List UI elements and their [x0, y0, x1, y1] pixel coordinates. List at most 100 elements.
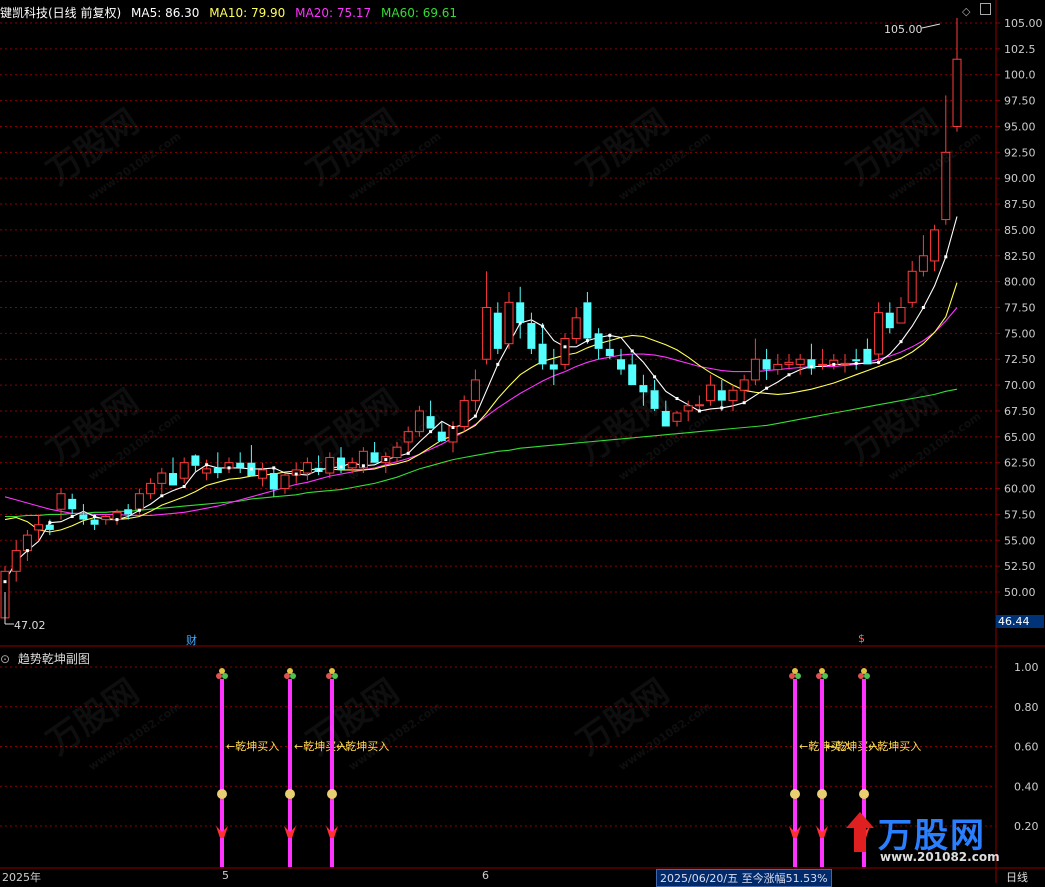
candle: [594, 328, 603, 360]
y-tick-label: 72.50: [1004, 353, 1036, 366]
ma5-dot: [630, 349, 634, 353]
ma5-line: [4, 216, 958, 582]
candle-body: [56, 493, 66, 510]
panel-toggle-icon[interactable]: [980, 3, 991, 15]
signal-ball-icon: [795, 673, 801, 679]
money-bag-icon: [817, 789, 827, 799]
candle-body: [516, 302, 525, 324]
signal-bar: [220, 679, 224, 867]
ma60-line: [5, 388, 958, 518]
candle: [583, 291, 592, 344]
candle: [952, 17, 962, 132]
diamond-icon[interactable]: ◇: [962, 5, 970, 18]
y-tick-label: 55.00: [1004, 534, 1036, 547]
candle: [885, 302, 894, 334]
candle-body: [347, 462, 357, 469]
candle: [403, 426, 413, 453]
ma5-dot: [137, 508, 141, 512]
signal-ball-icon: [326, 673, 332, 679]
subchart-title[interactable]: 趋势乾坤副图: [18, 652, 90, 666]
ma5-dot: [25, 549, 29, 553]
candle-body: [101, 515, 111, 521]
ma5-dot: [361, 464, 365, 468]
candle-body: [437, 431, 446, 441]
candle-body: [750, 358, 760, 381]
candle-body: [213, 467, 222, 474]
candle: [773, 354, 783, 375]
sub-y-tick-label: 0.60: [1014, 741, 1039, 754]
y-tick-label: 92.50: [1004, 146, 1036, 159]
candle: [269, 467, 278, 497]
candle-body: [414, 410, 424, 433]
ma5-label: MA5: 86.30: [131, 6, 200, 20]
y-tick-label: 100.0: [1004, 69, 1036, 82]
candle-body: [818, 363, 828, 366]
candle: [706, 374, 716, 406]
chart-canvas[interactable]: 105.00 102.5 100.0 97.50 95.00 92.50 90.00 87.5…: [0, 0, 1045, 883]
signal-ball-icon: [290, 673, 296, 679]
ma5-dot: [877, 360, 881, 364]
event-marker[interactable]: $: [858, 632, 865, 645]
candle: [68, 493, 77, 515]
signal-ball-icon: [819, 668, 825, 674]
ma5-dot: [921, 306, 925, 309]
candle: [840, 354, 850, 373]
candle: [314, 455, 323, 476]
money-bag-icon: [859, 789, 869, 799]
candle: [639, 374, 648, 406]
candle: [560, 333, 570, 370]
candle-body: [661, 410, 670, 427]
ma5-dot: [160, 494, 164, 498]
candle-body: [146, 482, 156, 495]
candle-body: [79, 514, 88, 520]
candle: [852, 348, 861, 370]
candle: [672, 410, 682, 427]
signal-ball-icon: [858, 673, 864, 679]
finance-marker[interactable]: 财: [186, 632, 197, 648]
candle-body: [739, 379, 749, 391]
arrow-logo-icon: [846, 812, 874, 852]
candle: [392, 441, 402, 463]
y-tick-label: 102.5: [1004, 43, 1036, 56]
ma5-dot: [809, 364, 813, 368]
candle: [459, 395, 469, 432]
y-tick-label: 77.50: [1004, 302, 1036, 315]
candle-body: [426, 416, 435, 429]
ma5-dot: [451, 426, 455, 430]
signal-bar: [330, 679, 334, 867]
signal-ball-icon: [219, 668, 225, 674]
ma5-dot: [697, 409, 701, 413]
y-tick-label: 62.50: [1004, 457, 1036, 470]
candle: [302, 457, 312, 481]
stock-chart-window[interactable]: 105.00 102.5 100.0 97.50 95.00 92.50 90.00 87.5…: [0, 0, 1045, 887]
ma5-dot: [70, 514, 74, 518]
ma5-dot: [272, 466, 276, 470]
ma60-label: MA60: 69.61: [381, 6, 458, 20]
candle-body: [134, 493, 144, 510]
y-tick-label: 52.50: [1004, 560, 1036, 573]
candle: [549, 348, 558, 386]
candle-body: [45, 524, 54, 530]
ma5-dot: [115, 518, 119, 522]
ma5-dot: [317, 468, 321, 472]
candle-body: [258, 469, 268, 479]
candle-body: [325, 457, 335, 474]
stock-title[interactable]: 键凯科技(日线 前复权): [0, 6, 121, 20]
candle-body: [728, 389, 738, 402]
y-tick-label: 70.00: [1004, 379, 1036, 392]
candle-body: [628, 364, 637, 386]
candle-body: [191, 455, 200, 466]
signal-label: ←乾坤买入: [868, 739, 921, 753]
brand-site: www.201082.com: [880, 850, 1000, 864]
signal-label: ←乾坤买入: [336, 739, 389, 753]
candle-body: [852, 359, 861, 362]
month-5-label: 5: [222, 869, 229, 882]
ma5-dot: [742, 401, 746, 405]
candle: [650, 379, 659, 411]
signal-ball-icon: [822, 673, 828, 679]
candle-body: [840, 362, 850, 365]
candle: [762, 348, 771, 380]
settings-icon[interactable]: ⊙: [0, 652, 10, 666]
candle-body: [179, 462, 189, 479]
buy-signal: ←乾坤买入: [284, 668, 347, 867]
